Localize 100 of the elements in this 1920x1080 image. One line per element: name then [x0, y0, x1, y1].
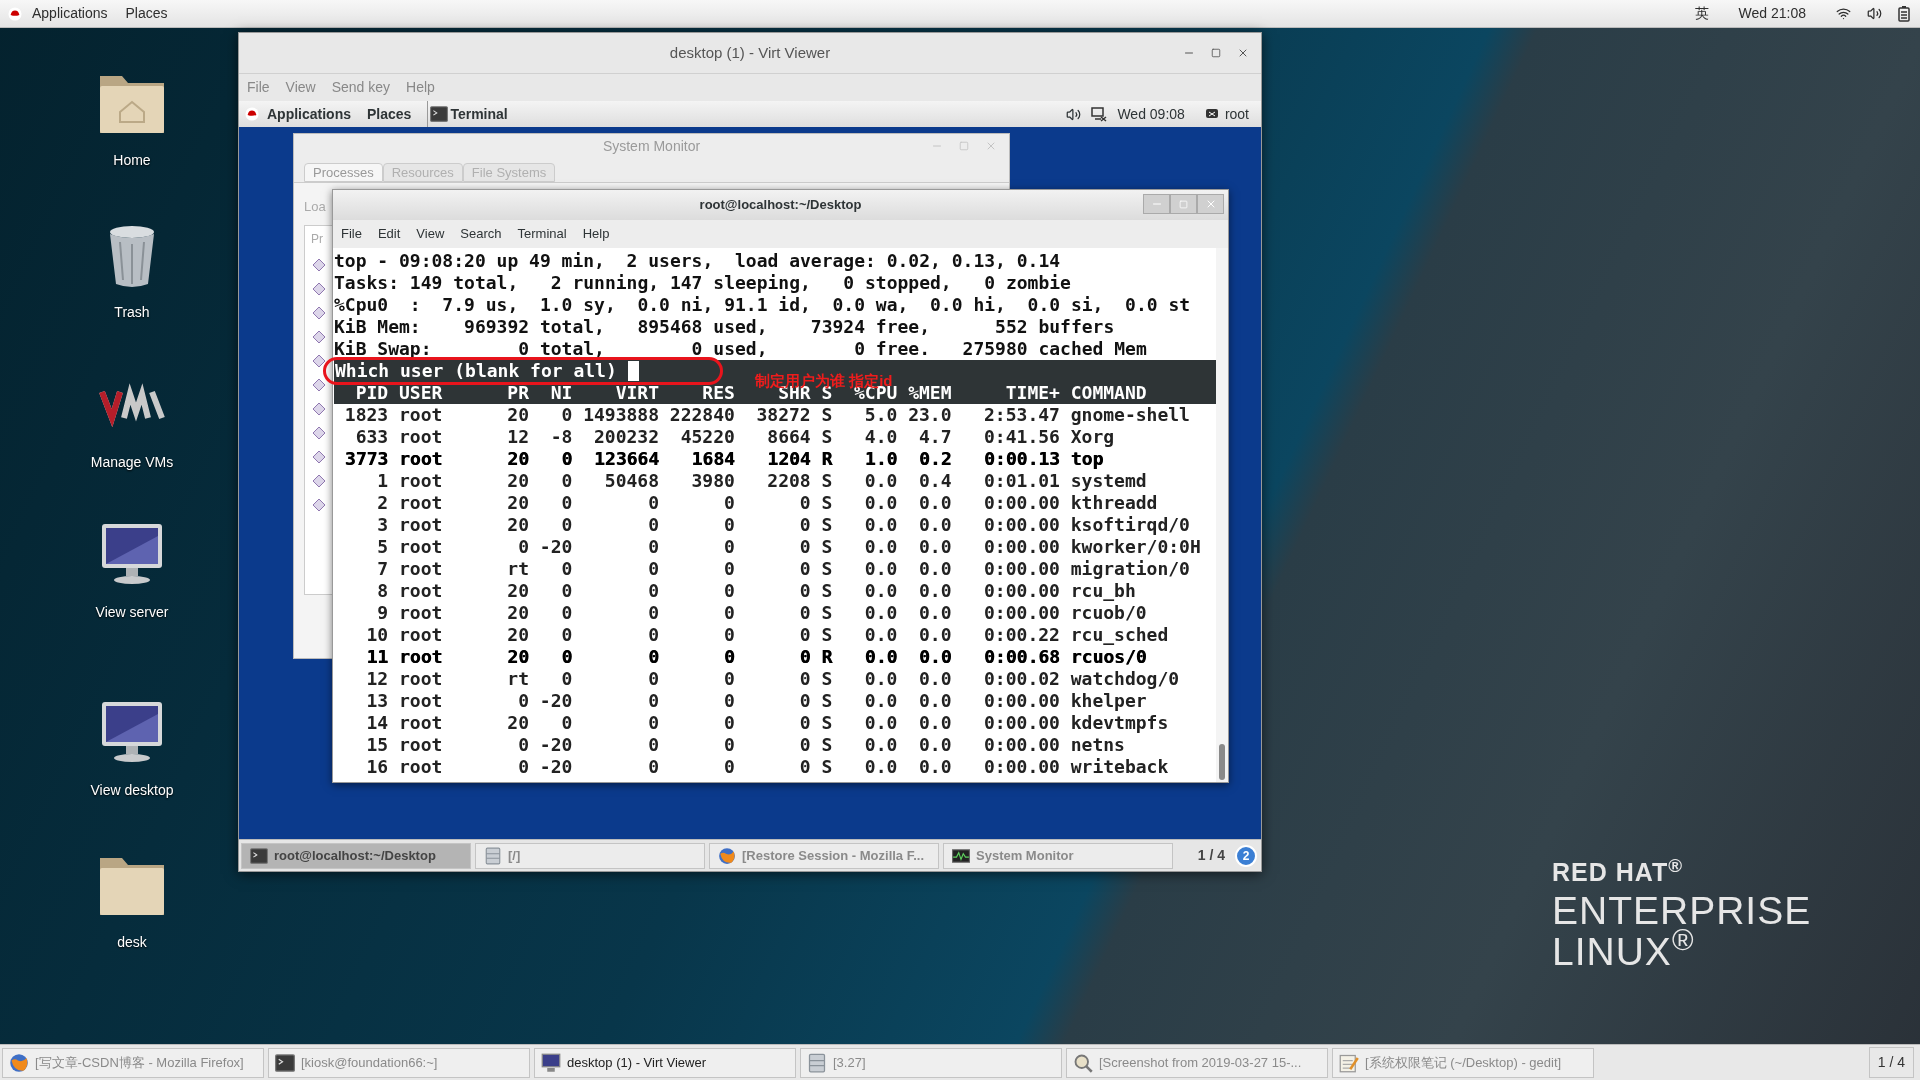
process-cell-text: 0: [798, 580, 811, 602]
process-cell-text: 0: [560, 404, 573, 426]
menu-item[interactable]: Applications: [32, 3, 108, 24]
process-cell: watchdog/0: [1070, 668, 1180, 690]
process-cell-text: 0.0: [918, 734, 952, 756]
process-cell: rcuob/0: [1070, 602, 1147, 624]
column-header: Pr: [311, 230, 323, 248]
process-cell-text: 0: [560, 602, 573, 624]
process-cell: netns: [1070, 734, 1125, 756]
process-cell-text: 0: [647, 536, 659, 558]
battery-icon[interactable]: [1898, 5, 1910, 22]
desktop-icon-label[interactable]: desk: [117, 932, 147, 953]
process-cell-text: 0:01.01: [983, 470, 1060, 492]
notification-badge[interactable]: 2: [1235, 844, 1257, 867]
window-title: System Monitor: [602, 136, 701, 156]
clock[interactable]: Wed 09:08: [1117, 103, 1185, 125]
process-cell-text: 20: [506, 580, 529, 602]
process-cell-text: 1204: [766, 448, 811, 470]
process-cell-text: 0: [647, 756, 659, 778]
process-cell: migration/0: [1070, 558, 1190, 580]
process-cell-text: 0:00.00: [983, 492, 1060, 514]
menu-item[interactable]: File: [341, 224, 362, 244]
desktop-icon-label[interactable]: Home: [113, 150, 151, 171]
terminal-icon: [430, 103, 449, 125]
process-cell-text: 0.0: [863, 668, 898, 690]
column-header: RES: [701, 382, 735, 404]
process-cell-text: 5: [376, 536, 389, 558]
process-cell-text: 16: [365, 756, 389, 778]
taskbar-button[interactable]: desktop (1) - Virt Viewer: [534, 1047, 796, 1078]
process-cell-text: 0:00.00: [983, 602, 1060, 624]
process-cell-text: 0: [723, 734, 735, 756]
process-cell: top: [1070, 448, 1104, 470]
process-cell-text: 200232: [593, 426, 659, 448]
process-cell-text: 0.0: [918, 668, 952, 690]
scrollbar[interactable]: [1216, 248, 1228, 782]
taskbar-button[interactable]: root@localhost:~/Desktop: [241, 842, 471, 869]
workspace-pager[interactable]: 1 / 4: [1868, 1047, 1914, 1078]
hat-logo-icon: [245, 107, 259, 121]
process-cell: rcuos/0: [1070, 646, 1147, 668]
process-cell: khelper: [1070, 690, 1147, 712]
maximize-icon[interactable]: [1211, 48, 1221, 58]
process-cell: S: [821, 514, 833, 536]
desktop-icon-label[interactable]: View server: [95, 602, 169, 623]
process-cell: Xorg: [1070, 426, 1115, 448]
process-cell-text: 0: [723, 624, 735, 646]
process-cell-text: root: [399, 448, 444, 470]
menu-item[interactable]: Places: [125, 3, 168, 24]
menu-item[interactable]: Applications: [267, 103, 351, 125]
wifi-icon[interactable]: [1836, 6, 1851, 21]
process-cell: S: [821, 668, 833, 690]
menu-item[interactable]: Search: [460, 224, 502, 244]
globe-fox-icon: [718, 846, 736, 865]
process-cell-text: 0:00.00: [983, 690, 1060, 712]
process-cell-text: 0: [723, 536, 735, 558]
cursor: [627, 361, 639, 381]
close-icon[interactable]: [1237, 47, 1249, 59]
menu-item[interactable]: Edit: [377, 224, 401, 244]
process-cell: S: [821, 536, 833, 558]
process-cell-text: 0.0: [863, 580, 898, 602]
process-icon: [312, 281, 326, 296]
process-cell-text: 0:41.56: [983, 426, 1060, 448]
menu-item[interactable]: Help: [582, 224, 610, 244]
process-cell-text: 20: [506, 492, 529, 514]
input-method-indicator[interactable]: 英: [1694, 3, 1709, 24]
process-cell-text: 5.0: [863, 404, 898, 426]
menu-item[interactable]: Terminal: [517, 224, 567, 244]
process-cell-text: 633: [354, 426, 389, 448]
process-cell: -20: [539, 756, 573, 778]
process-cell-text: 0.0: [863, 558, 898, 580]
process-cell-text: 20: [506, 514, 529, 536]
process-cell-text: 7: [376, 558, 389, 580]
process-cell-text: 0.0: [918, 492, 952, 514]
desktop-icon-label[interactable]: View desktop: [90, 780, 174, 801]
process-cell: rcu_sched: [1070, 624, 1169, 646]
volume-icon[interactable]: [1066, 106, 1082, 122]
maximize-icon: [1179, 199, 1188, 209]
menu-item[interactable]: Places: [367, 103, 412, 125]
notepad-icon: [1339, 1052, 1359, 1073]
clock[interactable]: Wed 21:08: [1738, 3, 1806, 24]
process-cell-text: 3980: [690, 470, 735, 492]
network-icon[interactable]: [1091, 106, 1108, 122]
menu-item[interactable]: View: [416, 224, 445, 244]
user-icon[interactable]: [1204, 107, 1219, 121]
workspace-pager[interactable]: 1 / 4: [1191, 845, 1231, 866]
volume-icon[interactable]: [1867, 6, 1882, 21]
process-cell-text: 0: [647, 580, 659, 602]
desktop-icon-label[interactable]: Manage VMs: [90, 452, 174, 473]
process-cell-text: 0: [560, 580, 573, 602]
column-header: COMMAND: [1070, 382, 1147, 404]
cabinet-icon: [807, 1052, 827, 1073]
user-name[interactable]: root: [1224, 103, 1249, 125]
column-header: USER: [399, 382, 444, 404]
desktop-icon-label[interactable]: Trash: [114, 302, 150, 323]
process-cell-text: root: [399, 558, 444, 580]
logo-text: RED HAT$^{®}$: [1552, 860, 1684, 885]
process-cell-text: 20: [506, 646, 529, 668]
process-cell-text: 0: [647, 690, 659, 712]
process-cell: S: [821, 580, 833, 602]
system-monitor-icon: [952, 846, 970, 865]
process-cell-text: 0: [798, 536, 811, 558]
